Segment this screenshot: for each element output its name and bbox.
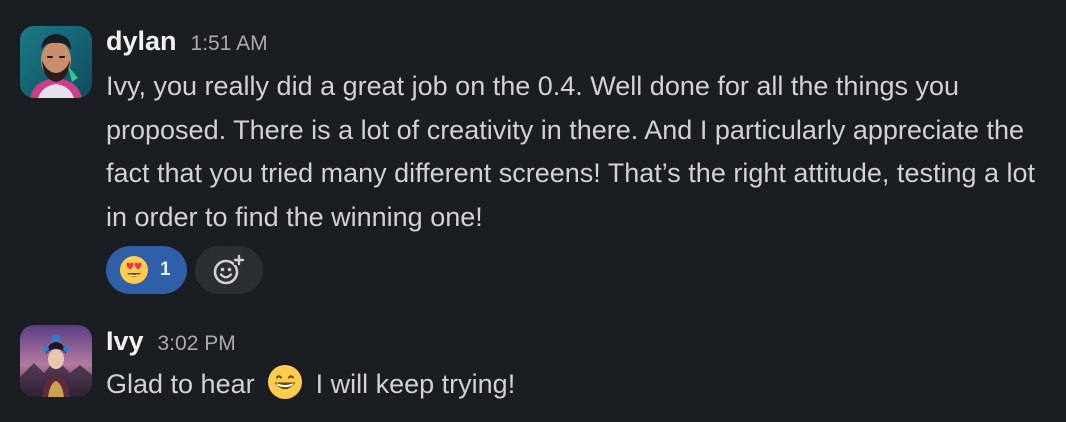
add-reaction-icon xyxy=(213,254,245,285)
message-timestamp[interactable]: 1:51 AM xyxy=(191,32,268,56)
add-reaction-button[interactable] xyxy=(195,246,263,294)
message-text: Glad to hear I will keep trying! xyxy=(106,363,1056,415)
avatar-ivy[interactable] xyxy=(20,325,92,397)
reaction-bar: 1 xyxy=(106,246,263,294)
message-text: Ivy, you really did a great job on the 0… xyxy=(106,71,1036,232)
heart-eyes-emoji-icon xyxy=(120,256,148,284)
message-timestamp[interactable]: 3:02 PM xyxy=(158,332,236,356)
message-header: dylan 1:51 AM xyxy=(106,26,268,57)
bearded-man-avatar-icon xyxy=(20,26,92,98)
reaction-heart-eyes[interactable]: 1 xyxy=(106,246,187,294)
avatar-dylan[interactable] xyxy=(20,26,92,98)
message-text-before: Glad to hear xyxy=(106,369,255,399)
grinning-face-emoji-icon xyxy=(266,363,304,415)
message-text-after: I will keep trying! xyxy=(315,369,516,399)
woman-fantasy-avatar-icon xyxy=(20,325,92,397)
reaction-count: 1 xyxy=(160,259,171,280)
message-header: Ivy 3:02 PM xyxy=(106,326,236,357)
sender-name[interactable]: dylan xyxy=(106,26,177,57)
sender-name[interactable]: Ivy xyxy=(106,326,144,357)
